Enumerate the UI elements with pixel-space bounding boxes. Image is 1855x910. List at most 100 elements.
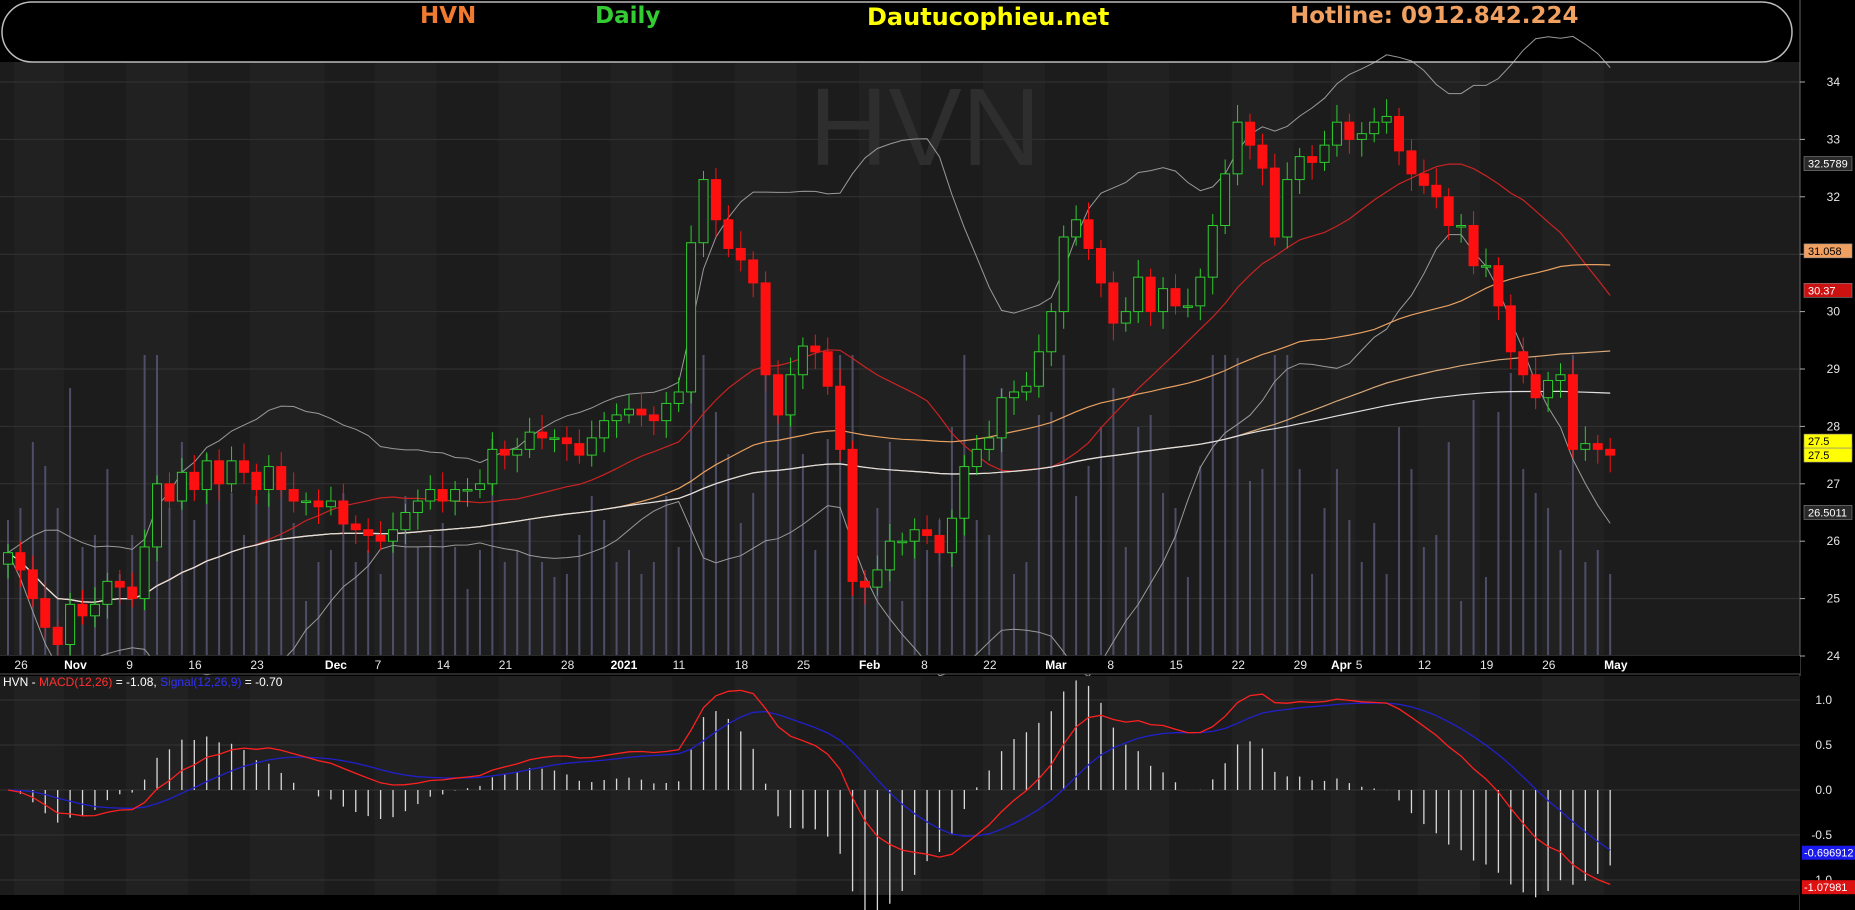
candle-body: [226, 460, 237, 485]
price-tick-label: 34: [1827, 75, 1841, 89]
candle-body: [1095, 247, 1106, 284]
candle-body: [152, 483, 163, 548]
price-tag: 26.5011: [1803, 505, 1853, 520]
candle-body: [338, 500, 349, 525]
macd-week-band: [250, 676, 325, 895]
candle-body: [686, 242, 697, 393]
volume-bar: [1224, 355, 1227, 655]
candle-body: [1120, 311, 1131, 324]
volume-bar: [553, 577, 556, 655]
date-label: 8: [1107, 658, 1114, 672]
candle-body: [1021, 385, 1032, 393]
candle-body: [214, 460, 225, 485]
candle-body: [1033, 351, 1044, 387]
volume-bar: [1522, 469, 1525, 655]
candle-body: [537, 431, 548, 439]
candle-body: [3, 552, 13, 565]
date-label: 26: [14, 658, 28, 672]
volume-bar: [1484, 577, 1487, 655]
candle-body: [1294, 156, 1305, 181]
candle-body: [1257, 144, 1268, 169]
candle-body: [65, 603, 76, 646]
week-band: [1330, 62, 1356, 655]
volume-bar: [926, 550, 929, 655]
candle-body: [1245, 121, 1255, 146]
candle-body: [946, 517, 957, 554]
volume-bar: [305, 601, 308, 655]
candle-body: [549, 437, 560, 440]
candle-body: [499, 448, 510, 456]
candle-body: [1394, 115, 1405, 152]
candle-body: [1456, 225, 1467, 228]
candle-body: [996, 397, 1007, 439]
volume-bar: [764, 355, 767, 655]
volume-bar: [255, 496, 258, 655]
volume-bar: [429, 535, 432, 655]
volume-bar: [416, 547, 419, 655]
macd-tag: -1.07981: [1802, 880, 1855, 895]
volume-bar: [1373, 523, 1376, 655]
price-tick-label: 30: [1827, 305, 1841, 319]
candle-body: [847, 448, 858, 582]
candle-body: [450, 489, 461, 502]
candle-body: [822, 351, 833, 387]
date-label: 14: [437, 658, 451, 672]
volume-bar: [777, 388, 780, 655]
price-tick-label: 33: [1827, 132, 1841, 146]
candle-body: [1058, 236, 1069, 313]
candle-body: [1505, 305, 1516, 353]
candle-body: [773, 374, 784, 416]
price-tick-label: 27: [1827, 477, 1841, 491]
volume-bar: [466, 589, 469, 655]
candle-body: [1567, 374, 1578, 450]
candle-body: [1182, 305, 1193, 308]
volume-bar: [1497, 412, 1500, 655]
candle-body: [40, 598, 51, 628]
candle-body: [884, 540, 895, 571]
candle-body: [189, 471, 200, 491]
volume-bar: [1286, 355, 1289, 655]
candle-body: [1207, 225, 1218, 278]
volume-bar: [1311, 574, 1314, 655]
candle-body: [1555, 374, 1566, 381]
date-label: Feb: [859, 658, 880, 672]
volume-bar: [1472, 400, 1475, 655]
volume-bar: [603, 520, 606, 655]
macd-tag-text: -1.07981: [1804, 882, 1847, 894]
candle-body: [139, 546, 150, 600]
date-axis-bg: [0, 656, 1800, 674]
volume-bar: [379, 574, 382, 655]
volume-bar: [615, 562, 618, 655]
candle-body: [735, 247, 746, 261]
candle-body: [263, 466, 274, 491]
date-label: 19: [1480, 658, 1494, 672]
candle-body: [350, 523, 361, 531]
candle-body: [1605, 448, 1616, 456]
date-label: 28: [561, 658, 575, 672]
candle-body: [1518, 351, 1529, 376]
volume-bar: [1236, 358, 1239, 655]
volume-bar: [988, 535, 991, 655]
candle-body: [1319, 144, 1330, 163]
candle-body: [1282, 179, 1293, 238]
volume-bar: [528, 520, 531, 655]
candle-body: [922, 529, 933, 536]
date-label: Mar: [1045, 658, 1067, 672]
price-tick-label: 24: [1827, 649, 1841, 663]
volume-bar: [1596, 550, 1599, 655]
price-tick-label: 29: [1827, 362, 1841, 376]
candle-body: [859, 580, 870, 588]
candle-body: [624, 408, 634, 416]
price-tag: 27.5: [1803, 433, 1853, 449]
candle-body: [89, 603, 100, 617]
candle-body: [1543, 379, 1554, 399]
candle-body: [301, 500, 312, 504]
volume-bar: [901, 601, 904, 655]
candle-body: [561, 437, 572, 445]
candle-body: [412, 500, 423, 513]
volume-bar: [1273, 355, 1276, 655]
candle-body: [388, 529, 399, 542]
date-label: 22: [983, 658, 997, 672]
candle-body: [835, 385, 846, 450]
price-tick-label: 32: [1827, 190, 1841, 204]
